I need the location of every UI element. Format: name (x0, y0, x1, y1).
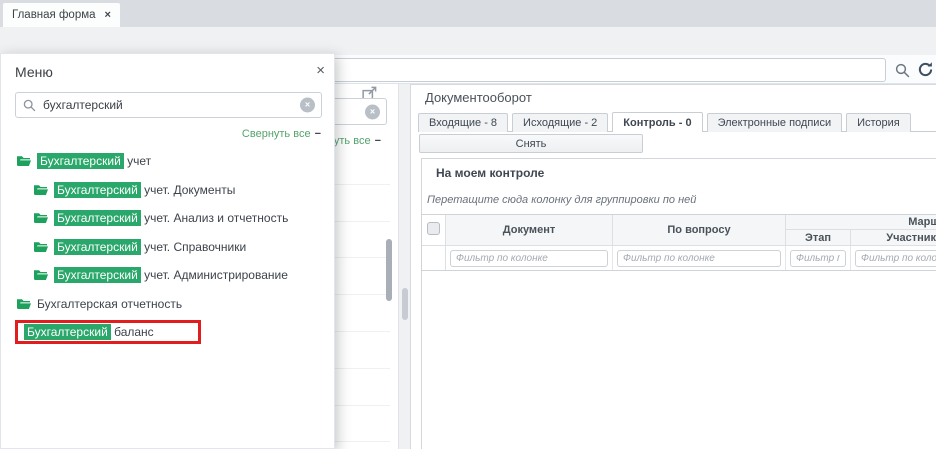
window-tab-close-icon[interactable]: × (105, 9, 111, 21)
menu-tree-item[interactable]: Бухгалтерский учет. Справочники (1, 233, 334, 262)
search-match-highlight: Бухгалтерский (24, 324, 111, 340)
menu-tree-item[interactable]: Бухгалтерский учет (1, 147, 334, 176)
filter-cell (786, 246, 851, 270)
collapse-minus-icon: − (315, 128, 321, 140)
global-search-input[interactable] (330, 58, 886, 82)
window-tabstrip: Главная форма × (0, 0, 936, 27)
column-header-label: Этап (805, 232, 831, 244)
doc-tab-label: Контроль - 0 (623, 117, 691, 129)
search-match-highlight: Бухгалтерский (54, 210, 141, 226)
search-icon (23, 99, 36, 117)
documents-table: Документ По вопросу Маршрут Этап Участники (421, 214, 936, 271)
menu-collapse-all-label: Свернуть все (242, 128, 311, 140)
section-title: На моем контроле (436, 166, 544, 180)
menu-tree-item[interactable]: Бухгалтерский учет. Анализ и отчетность (1, 204, 334, 233)
doc-tabs: Входящие - 8 Исходящие - 2 Контроль - 0 Эле… (418, 112, 936, 132)
panel-scrollbar-thumb[interactable] (402, 288, 408, 320)
filter-cell (851, 246, 936, 270)
menu-item-label: Бухгалтерская отчетность (37, 297, 182, 311)
column-group-label: Маршрут (908, 216, 936, 228)
menu-tree-item[interactable]: Бухгалтерский учет. Документы (1, 176, 334, 205)
column-filter-input[interactable] (790, 250, 846, 267)
folder-icon (34, 241, 48, 253)
refresh-icon[interactable] (916, 60, 934, 78)
close-icon[interactable]: × (316, 62, 325, 79)
menu-tree-item[interactable]: Бухгалтерский баланс (1, 318, 334, 347)
menu-item-label: Бухгалтерский учет (37, 154, 151, 168)
column-header-label: По вопросу (667, 224, 730, 236)
column-header-label: Документ (503, 224, 555, 236)
search-match-highlight: Бухгалтерский (54, 239, 141, 255)
group-by-hint: Перетащите сюда колонку для группировки … (427, 194, 696, 206)
select-all-cell (422, 215, 446, 245)
folder-icon (34, 184, 48, 196)
table-filter-row (422, 245, 936, 270)
doc-tab-label: Электронные подписи (718, 117, 832, 129)
column-header-label: Участники (886, 232, 936, 244)
menu-collapse-all-link[interactable]: Свернуть все− (242, 128, 321, 140)
doc-tab-label: Входящие - 8 (429, 117, 497, 129)
menu-item-label: Бухгалтерский учет. Анализ и отчетность (54, 211, 288, 225)
menu-popup: Меню × × Свернуть все− Бухгалтерский уче… (0, 53, 335, 449)
doc-tab-label: Исходящие - 2 (523, 117, 597, 129)
column-filter-input[interactable] (450, 250, 608, 267)
filter-cell (446, 246, 613, 270)
panel-title: Документооборот (425, 90, 532, 105)
folder-icon (34, 212, 48, 224)
menu-item-label: Бухгалтерский учет. Документы (54, 183, 235, 197)
remove-from-control-button[interactable]: Снять (419, 134, 643, 153)
column-header[interactable]: По вопросу (613, 215, 786, 245)
menu-item-label: Бухгалтерский баланс (24, 325, 154, 339)
clear-search-icon[interactable]: × (365, 104, 380, 119)
collapse-minus-icon: − (375, 135, 381, 147)
column-header[interactable]: Участники (851, 230, 936, 245)
control-tab-content: На моем контроле Перетащите сюда колонку… (421, 158, 936, 449)
search-match-highlight: Бухгалтерский (54, 182, 141, 198)
window-tab-main-form[interactable]: Главная форма × (3, 3, 120, 27)
table-header-row: Документ По вопросу Маршрут Этап Участники (422, 215, 936, 245)
annotation-highlight-box: Бухгалтерский баланс (15, 320, 201, 344)
menu-search-box: × (15, 92, 322, 118)
column-header[interactable]: Документ (446, 215, 613, 245)
menu-item-label: Бухгалтерский учет. Справочники (54, 240, 246, 254)
nav-scrollbar-thumb[interactable] (386, 239, 392, 301)
select-all-checkbox[interactable] (427, 222, 440, 235)
column-header[interactable]: Этап (786, 230, 851, 245)
filter-cell (613, 246, 786, 270)
menu-item-label: Бухгалтерский учет. Администрирование (54, 268, 288, 282)
menu-search-input[interactable] (43, 94, 295, 116)
doc-tab[interactable]: Электронные подписи (707, 113, 843, 132)
window-tab-label: Главная форма (12, 9, 96, 21)
folder-icon (17, 298, 31, 310)
doc-tab[interactable]: История (846, 113, 911, 132)
filter-spacer-cell (422, 246, 446, 270)
column-group-header: Маршрут (786, 215, 936, 230)
column-filter-input[interactable] (855, 250, 936, 267)
clear-search-icon[interactable]: × (300, 98, 315, 113)
menu-tree: Бухгалтерский учет Бухгалтерский учет. До… (1, 147, 334, 347)
column-group-subrow: Этап Участники (786, 230, 936, 245)
menu-tree-item[interactable]: Бухгалтерский учет. Администрирование (1, 261, 334, 290)
doc-tab[interactable]: Контроль - 0 (612, 112, 702, 132)
search-icon[interactable] (894, 62, 910, 78)
doc-tab-label: История (857, 117, 900, 129)
document-flow-panel: Документооборот Входящие - 8 Исходящие - … (410, 84, 936, 449)
search-match-highlight: Бухгалтерский (54, 267, 141, 283)
column-group: Маршрут Этап Участники (786, 215, 936, 245)
doc-tab[interactable]: Исходящие - 2 (512, 113, 608, 132)
search-match-highlight: Бухгалтерский (37, 153, 124, 169)
menu-tree-item[interactable]: Бухгалтерская отчетность (1, 290, 334, 319)
menu-title: Меню (15, 64, 53, 80)
column-filter-input[interactable] (617, 250, 781, 267)
doc-tab[interactable]: Входящие - 8 (418, 113, 508, 132)
folder-icon (34, 269, 48, 281)
folder-icon (17, 155, 31, 167)
